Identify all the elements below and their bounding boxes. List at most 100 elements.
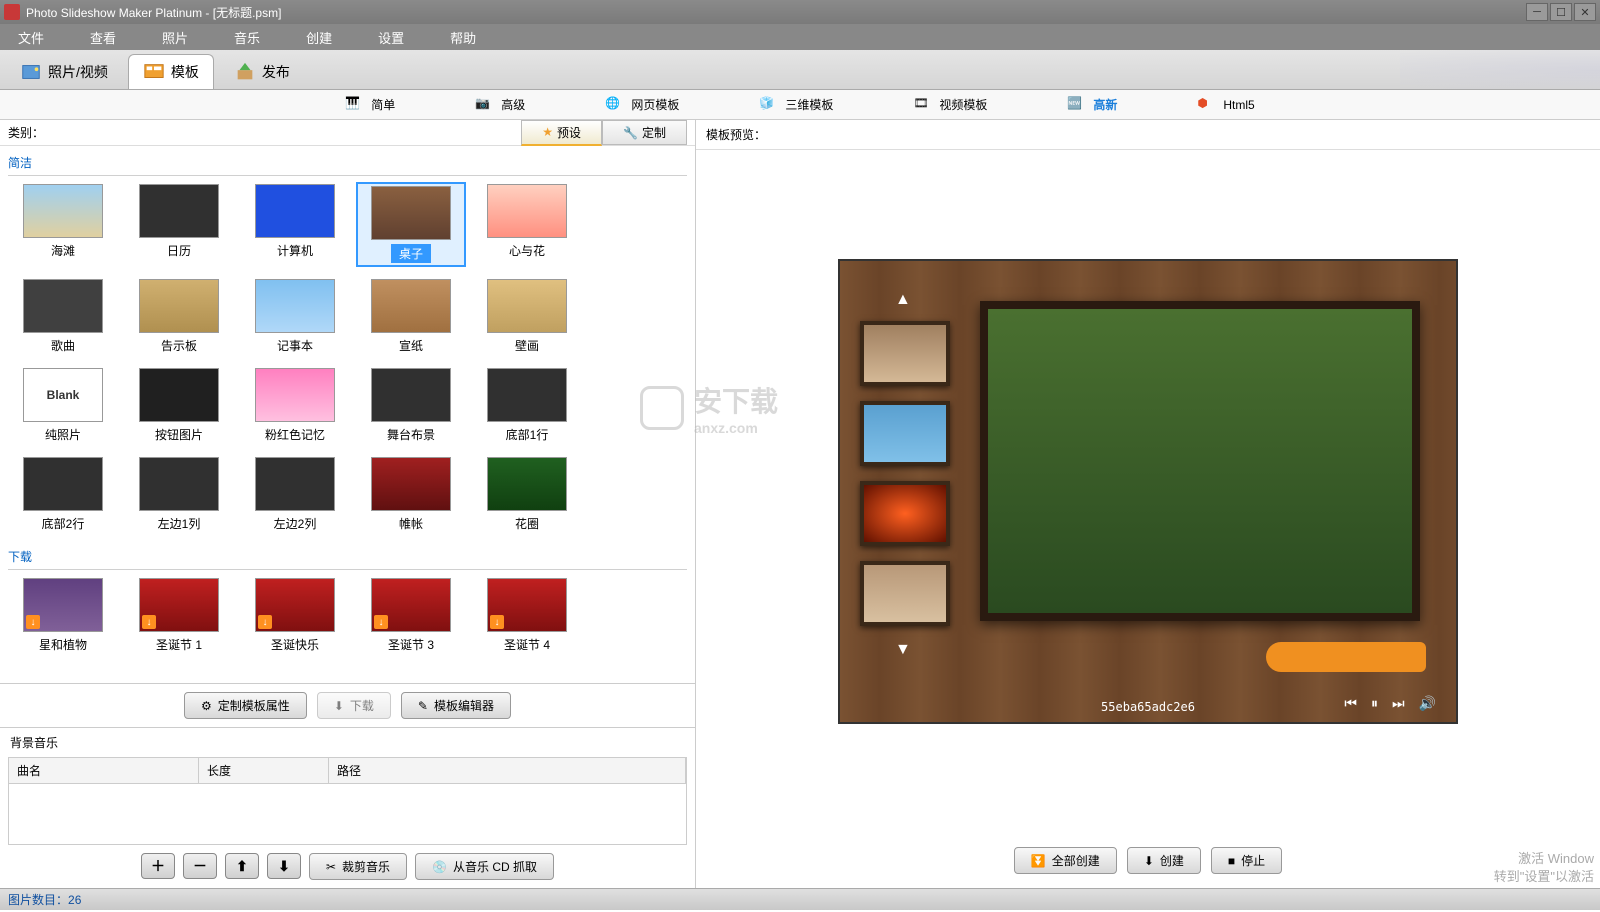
label: 定制模板属性: [218, 697, 290, 714]
template-item[interactable]: 记事本: [240, 277, 350, 356]
template-item[interactable]: 帷帐: [356, 455, 466, 534]
subtab-advanced[interactable]: 📷高级: [465, 92, 535, 118]
template-item[interactable]: Blank纯照片: [8, 366, 118, 445]
col-name[interactable]: 曲名: [9, 758, 199, 783]
trim-music-button[interactable]: ✂裁剪音乐: [309, 853, 407, 880]
subtab-simple[interactable]: 🎹简单: [335, 92, 405, 118]
template-item[interactable]: 告示板: [124, 277, 234, 356]
template-caption: 按钮图片: [155, 426, 203, 443]
create-button[interactable]: ⬇创建: [1127, 847, 1201, 874]
activate-l2: 转到"设置"以激活: [1494, 868, 1594, 886]
label: 模板编辑器: [434, 697, 494, 714]
wrench-icon: 🔧: [623, 126, 638, 140]
preview-frame[interactable]: ▲ ▼ ⏮ ⏸ ⏭ 🔊 55eba65adc2e6: [838, 259, 1458, 724]
template-item[interactable]: 宣纸: [356, 277, 466, 356]
preview-thumb-1[interactable]: [860, 321, 950, 386]
template-item[interactable]: ↓星和植物: [8, 576, 118, 655]
template-item[interactable]: 左边2列: [240, 455, 350, 534]
template-caption: 桌子: [391, 244, 431, 263]
thumb-down-button[interactable]: ▼: [895, 641, 911, 659]
next-button[interactable]: ⏭: [1392, 695, 1405, 712]
subtab-video[interactable]: 🎞视频模板: [903, 92, 997, 118]
close-button[interactable]: ✕: [1574, 3, 1596, 21]
remove-music-button[interactable]: －: [183, 853, 217, 879]
template-item[interactable]: 按钮图片: [124, 366, 234, 445]
custom-tab[interactable]: 🔧定制: [602, 120, 687, 145]
tab-photo-video[interactable]: 照片/视频: [6, 55, 122, 89]
publish-icon: [234, 61, 256, 83]
thumb-up-button[interactable]: ▲: [895, 291, 911, 309]
left-panel: 类别： ★预设 🔧定制 简洁海滩日历计算机桌子心与花歌曲告示板记事本宣纸壁画Bl…: [0, 120, 696, 888]
template-item[interactable]: 底部2行: [8, 455, 118, 534]
create-all-button[interactable]: ⏬全部创建: [1014, 847, 1117, 874]
menu-view[interactable]: 查看: [82, 26, 124, 49]
menu-photo[interactable]: 照片: [154, 26, 196, 49]
custom-props-button[interactable]: ⚙定制模板属性: [184, 692, 307, 719]
template-item[interactable]: 桌子: [356, 182, 466, 267]
stop-icon: ■: [1228, 854, 1235, 868]
template-item[interactable]: 舞台布景: [356, 366, 466, 445]
template-actions: ⚙定制模板属性 ⬇下载 ✎模板编辑器: [0, 684, 695, 728]
download-button[interactable]: ⬇下载: [317, 692, 391, 719]
menu-create[interactable]: 创建: [298, 26, 340, 49]
move-up-button[interactable]: ⬆: [225, 853, 259, 879]
template-item[interactable]: 日历: [124, 182, 234, 267]
preset-tab[interactable]: ★预设: [521, 120, 602, 146]
template-thumb: [255, 279, 335, 333]
subtab-new[interactable]: 🆕高新: [1057, 92, 1127, 118]
minimize-button[interactable]: ─: [1526, 3, 1548, 21]
template-thumb: [487, 457, 567, 511]
template-item[interactable]: ↓圣诞快乐: [240, 576, 350, 655]
music-table-body[interactable]: [9, 784, 686, 844]
col-length[interactable]: 长度: [199, 758, 329, 783]
template-item[interactable]: 左边1列: [124, 455, 234, 534]
stop-button[interactable]: ■停止: [1211, 847, 1282, 874]
preview-thumb-3[interactable]: [860, 481, 950, 546]
prev-button[interactable]: ⏮: [1344, 695, 1357, 712]
pause-button[interactable]: ⏸: [1371, 695, 1378, 712]
template-item[interactable]: 海滩: [8, 182, 118, 267]
subtab-html5[interactable]: ⬢Html5: [1187, 92, 1264, 118]
template-item[interactable]: 花圈: [472, 455, 582, 534]
star-icon: ★: [542, 125, 553, 139]
maximize-button[interactable]: ☐: [1550, 3, 1572, 21]
menu-help[interactable]: 帮助: [442, 26, 484, 49]
template-item[interactable]: 计算机: [240, 182, 350, 267]
template-item[interactable]: ↓圣诞节 3: [356, 576, 466, 655]
template-item[interactable]: 壁画: [472, 277, 582, 356]
window-controls: ─ ☐ ✕: [1526, 3, 1596, 21]
preview-thumb-2[interactable]: [860, 401, 950, 466]
tab-template[interactable]: 模板: [128, 54, 214, 89]
template-item[interactable]: 歌曲: [8, 277, 118, 356]
add-music-button[interactable]: ＋: [141, 853, 175, 879]
menu-settings[interactable]: 设置: [370, 26, 412, 49]
menu-music[interactable]: 音乐: [226, 26, 268, 49]
subtab-web[interactable]: 🌐网页模板: [595, 92, 689, 118]
label: 视频模板: [939, 96, 987, 113]
template-item[interactable]: ↓圣诞节 1: [124, 576, 234, 655]
preview-thumb-4[interactable]: [860, 561, 950, 626]
subtab-3d[interactable]: 🧊三维模板: [749, 92, 843, 118]
menubar: 文件 查看 照片 音乐 创建 设置 帮助: [0, 24, 1600, 50]
music-buttons: ＋ － ⬆ ⬇ ✂裁剪音乐 💿从音乐 CD 抓取: [0, 845, 695, 888]
col-path[interactable]: 路径: [329, 758, 686, 783]
template-item[interactable]: 心与花: [472, 182, 582, 267]
menu-file[interactable]: 文件: [10, 26, 52, 49]
template-caption: 宣纸: [399, 337, 423, 354]
move-down-button[interactable]: ⬇: [267, 853, 301, 879]
template-item[interactable]: ↓圣诞节 4: [472, 576, 582, 655]
rip-cd-button[interactable]: 💿从音乐 CD 抓取: [415, 853, 554, 880]
label: 创建: [1160, 852, 1184, 869]
template-caption: 舞台布景: [387, 426, 435, 443]
scissors-icon: ✂: [326, 860, 336, 874]
template-thumb: [487, 184, 567, 238]
volume-button[interactable]: 🔊: [1419, 695, 1436, 712]
tab-publish[interactable]: 发布: [220, 55, 304, 89]
template-icon: [143, 61, 165, 83]
status-label: 图片数目：: [8, 891, 68, 908]
templates-grid[interactable]: 简洁海滩日历计算机桌子心与花歌曲告示板记事本宣纸壁画Blank纯照片按钮图片粉红…: [0, 146, 695, 684]
template-item[interactable]: 粉红色记忆: [240, 366, 350, 445]
template-item[interactable]: 底部1行: [472, 366, 582, 445]
template-editor-button[interactable]: ✎模板编辑器: [401, 692, 511, 719]
template-caption: 圣诞快乐: [271, 636, 319, 653]
